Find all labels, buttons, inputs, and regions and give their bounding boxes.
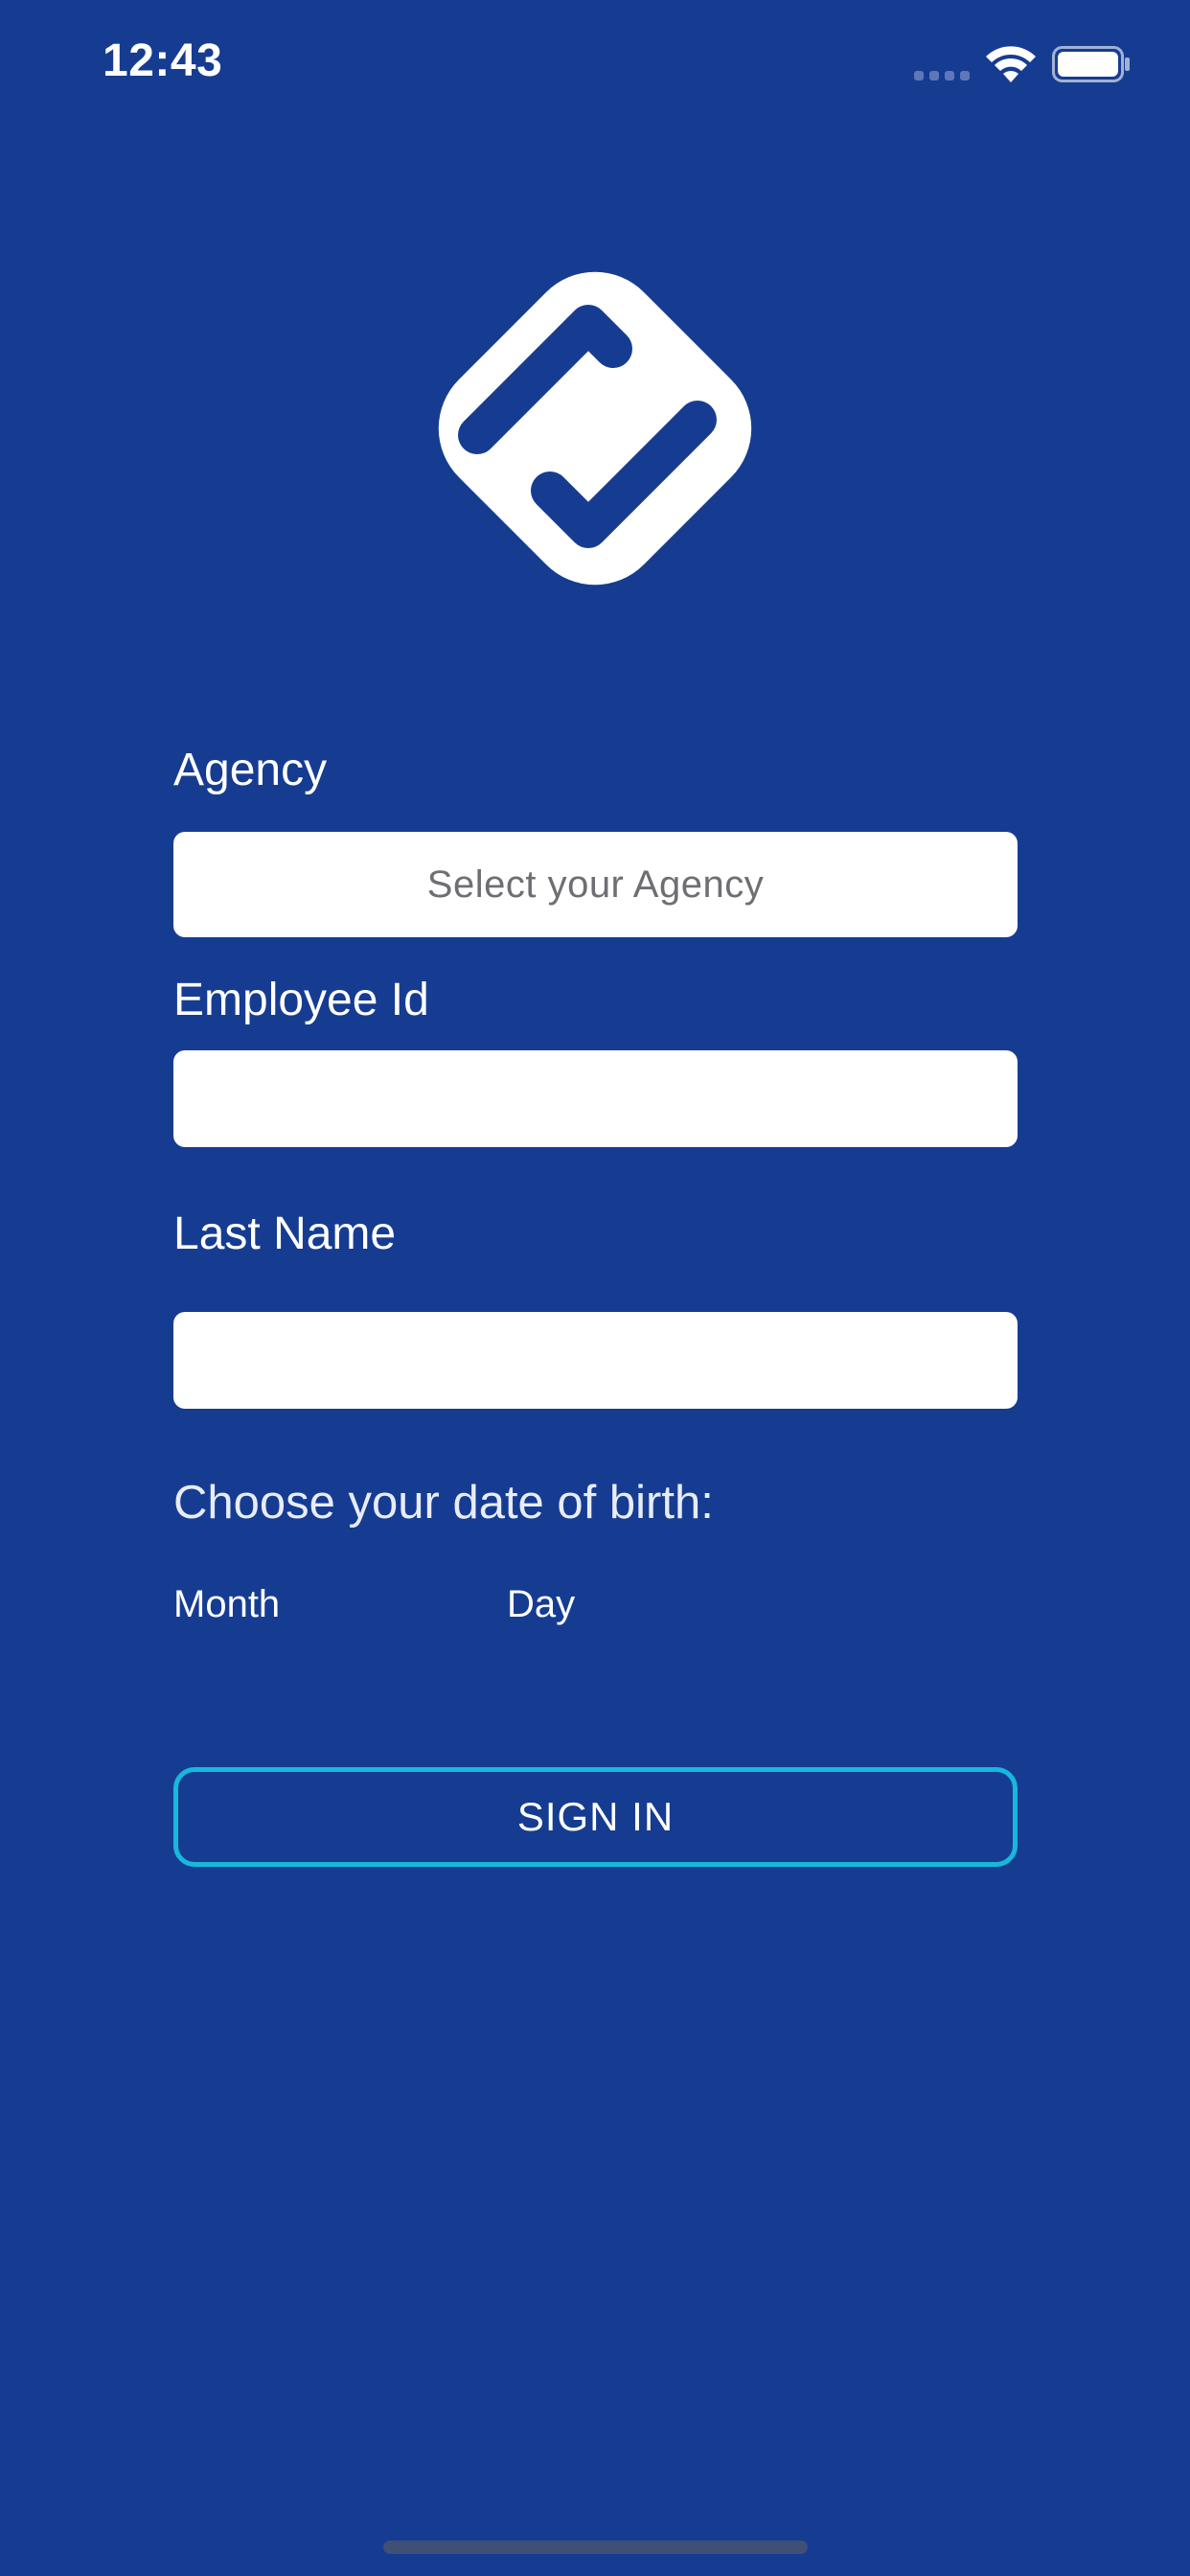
battery-icon (1052, 46, 1130, 82)
agency-select[interactable]: Select your Agency (173, 832, 1018, 937)
month-picker-label[interactable]: Month (173, 1583, 280, 1626)
employee-id-input[interactable] (173, 1050, 1018, 1147)
status-bar: 12:43 (0, 0, 1190, 126)
home-indicator[interactable] (383, 2541, 808, 2554)
agency-placeholder: Select your Agency (426, 862, 765, 906)
employee-id-label: Employee Id (173, 975, 429, 1025)
cellular-signal-icon (914, 71, 970, 80)
wifi-icon (986, 46, 1036, 82)
agency-label: Agency (173, 745, 328, 795)
last-name-input[interactable] (173, 1312, 1018, 1409)
status-time: 12:43 (103, 35, 223, 86)
sign-in-button-label: SIGN IN (516, 1794, 675, 1839)
sign-in-button[interactable]: SIGN IN (173, 1767, 1018, 1867)
app-logo-icon (438, 271, 752, 586)
day-picker-label[interactable]: Day (507, 1583, 575, 1626)
last-name-label: Last Name (173, 1208, 397, 1259)
dob-label: Choose your date of birth: (173, 1477, 714, 1529)
